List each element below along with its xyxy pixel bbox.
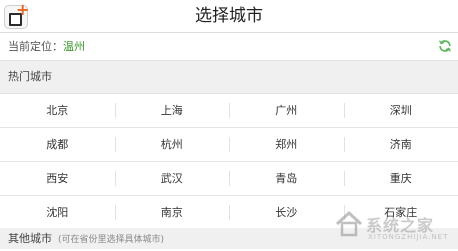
hot-cities-header: 热门城市 — [0, 61, 458, 94]
city-cell[interactable]: 成都 — [0, 128, 115, 161]
page-title: 选择城市 — [0, 0, 458, 32]
header-bar: + 选择城市 — [0, 0, 458, 33]
city-cell[interactable]: 沈阳 — [0, 196, 115, 229]
city-cell[interactable]: 石家庄 — [344, 196, 458, 229]
city-cell[interactable]: 青岛 — [229, 162, 344, 195]
city-cell[interactable]: 重庆 — [344, 162, 458, 195]
location-label: 当前定位： — [8, 33, 63, 60]
city-row: 沈阳 南京 长沙 石家庄 — [0, 196, 458, 230]
refresh-icon[interactable] — [438, 39, 452, 53]
other-cities-header: 其他城市 (可在省份里选择具体城市) — [0, 228, 458, 249]
hot-cities-title: 热门城市 — [8, 61, 52, 93]
other-cities-hint: (可在省份里选择具体城市) — [58, 235, 164, 245]
city-row: 西安 武汉 青岛 重庆 — [0, 162, 458, 196]
city-cell[interactable]: 长沙 — [229, 196, 344, 229]
current-location-bar: 当前定位： 温州 — [0, 33, 458, 61]
city-cell[interactable]: 北京 — [0, 94, 115, 127]
city-row: 成都 杭州 郑州 济南 — [0, 128, 458, 162]
city-cell[interactable]: 济南 — [344, 128, 458, 161]
other-cities-title: 其他城市 (可在省份里选择具体城市) — [8, 228, 164, 251]
hot-cities-grid: 北京 上海 广州 深圳 成都 杭州 郑州 济南 西安 武汉 青岛 重庆 沈阳 南… — [0, 94, 458, 230]
city-cell[interactable]: 武汉 — [115, 162, 230, 195]
city-cell[interactable]: 南京 — [115, 196, 230, 229]
location-city[interactable]: 温州 — [63, 33, 85, 60]
city-cell[interactable]: 西安 — [0, 162, 115, 195]
city-cell[interactable]: 郑州 — [229, 128, 344, 161]
city-row: 北京 上海 广州 深圳 — [0, 94, 458, 128]
city-cell[interactable]: 广州 — [229, 94, 344, 127]
other-cities-label: 其他城市 — [8, 232, 52, 245]
city-cell[interactable]: 上海 — [115, 94, 230, 127]
city-cell[interactable]: 深圳 — [344, 94, 458, 127]
city-cell[interactable]: 杭州 — [115, 128, 230, 161]
